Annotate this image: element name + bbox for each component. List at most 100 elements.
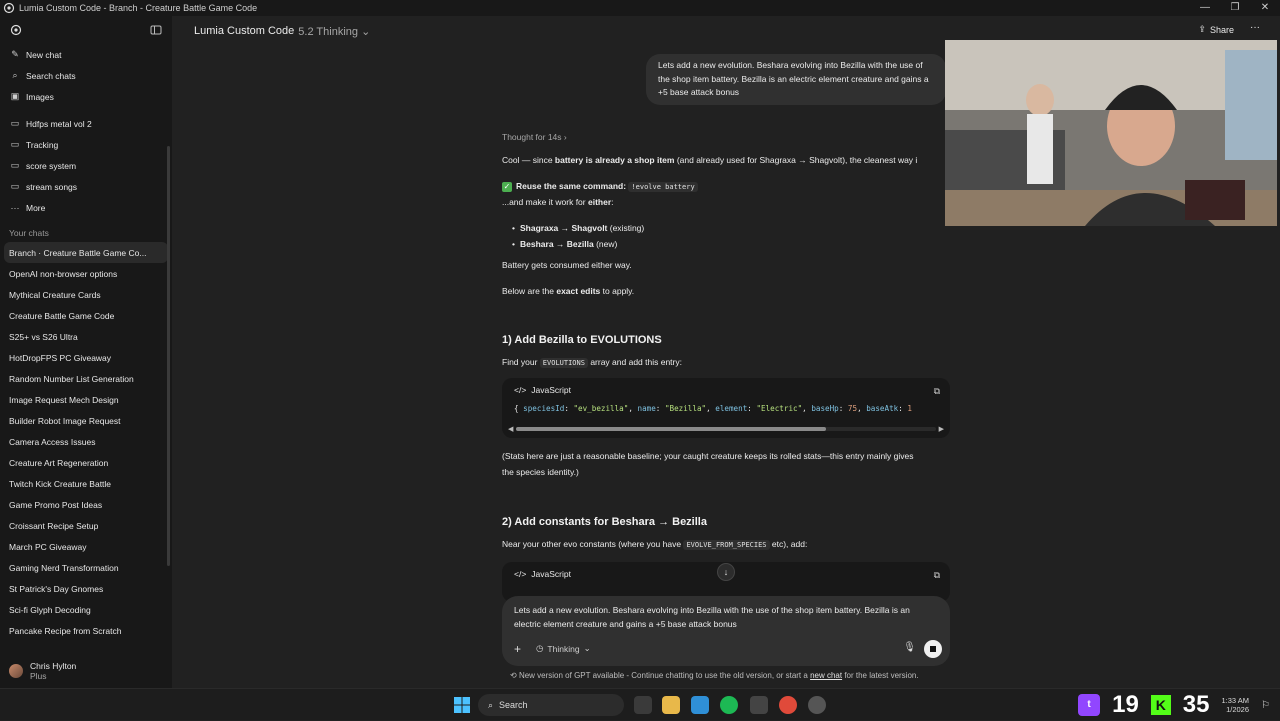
code-token: "ev_bezilla" bbox=[573, 404, 629, 413]
folder-icon: ▭ bbox=[10, 118, 20, 128]
sidebar-item-label: Tracking bbox=[26, 139, 59, 150]
copy-icon[interactable]: ⧉ bbox=[934, 385, 940, 398]
sidebar-scrollbar[interactable] bbox=[167, 146, 170, 566]
make-work-colon: : bbox=[611, 197, 614, 207]
code-token: baseAtk bbox=[866, 404, 899, 413]
notification-icon[interactable]: ⚐ bbox=[1261, 700, 1270, 711]
twitch-icon[interactable]: t bbox=[1078, 694, 1101, 716]
list-item: Beshara → Bezilla (new) bbox=[512, 238, 617, 251]
window-title: Lumia Custom Code - Branch - Creature Ba… bbox=[19, 3, 258, 13]
spotify-icon[interactable] bbox=[720, 696, 738, 714]
sidebar-chat-item[interactable]: Game Promo Post Ideas bbox=[0, 494, 172, 515]
code-language: JavaScript bbox=[531, 384, 571, 395]
webcam-image bbox=[945, 40, 1277, 226]
plus-icon[interactable]: + bbox=[514, 642, 521, 656]
user-plan: Plus bbox=[30, 671, 47, 681]
search-icon: ⌕ bbox=[12, 70, 18, 80]
message-composer[interactable]: Lets add a new evolution. Beshara evolvi… bbox=[502, 596, 950, 666]
sidebar-chat-item[interactable]: Image Request Mech Design bbox=[0, 389, 172, 410]
chrome-icon[interactable] bbox=[779, 696, 797, 714]
notice-text-end: for the latest version. bbox=[842, 671, 919, 680]
sidebar-chat-item[interactable]: Pancake Recipe from Scratch bbox=[0, 620, 172, 641]
copy-icon[interactable]: ⧉ bbox=[934, 569, 940, 582]
stop-button[interactable] bbox=[924, 640, 942, 658]
sidebar-chat-item[interactable]: Camera Access Issues bbox=[0, 431, 172, 452]
sidebar-project-tracking[interactable]: ▭ Tracking bbox=[0, 134, 172, 155]
scroll-down-button[interactable]: ↓ bbox=[717, 563, 735, 581]
make-work-text: ...and make it work for bbox=[502, 197, 588, 207]
stats-note-2: the species identity.) bbox=[502, 467, 579, 477]
share-button[interactable]: ⇪ Share bbox=[1198, 24, 1234, 35]
avatar bbox=[9, 664, 23, 678]
maximize-icon[interactable]: ❐ bbox=[1220, 0, 1250, 16]
sidebar-chat-item[interactable]: Branch · Creature Battle Game Co... bbox=[4, 242, 168, 263]
sidebar-chat-item[interactable]: Creature Art Regeneration bbox=[0, 452, 172, 473]
edit-icon: ✎ bbox=[11, 49, 19, 59]
clock-date: 1/2026 bbox=[1226, 705, 1250, 714]
kick-icon[interactable]: K bbox=[1150, 695, 1171, 715]
scroll-right-icon[interactable]: ▶ bbox=[939, 423, 944, 436]
sidebar-chat-item[interactable]: March PC Giveaway bbox=[0, 536, 172, 557]
sidebar-item-images[interactable]: ▣ Images bbox=[0, 86, 172, 107]
sidebar-chat-item[interactable]: Twitch Kick Creature Battle bbox=[0, 473, 172, 494]
sidebar-chat-item[interactable]: Mythical Creature Cards bbox=[0, 284, 172, 305]
list-item: Shagraxa → Shagvolt (existing) bbox=[512, 222, 644, 235]
hud-fx-icon[interactable] bbox=[750, 696, 768, 714]
sidebar-item-search-chats[interactable]: ⌕ Search chats bbox=[0, 65, 172, 86]
clock-time: 1:33 AM bbox=[1221, 696, 1250, 705]
step1-inline-code: EVOLUTIONS bbox=[539, 358, 588, 368]
sidebar-chat-item[interactable]: Gaming Nerd Transformation bbox=[0, 557, 172, 578]
sidebar-project-stream-songs[interactable]: ▭ stream songs bbox=[0, 176, 172, 197]
sidebar-project-hdfps[interactable]: ▭ Hdfps metal vol 2 bbox=[0, 113, 172, 134]
sidebar-chat-item[interactable]: S25+ vs S26 Ultra bbox=[0, 326, 172, 347]
sidebar-toggle-icon[interactable] bbox=[150, 24, 162, 36]
sidebar-item-more[interactable]: ··· More bbox=[0, 197, 172, 218]
below-text: Below are the bbox=[502, 286, 557, 296]
sidebar-chat-item[interactable]: St Patrick's Day Gnomes bbox=[0, 578, 172, 599]
task-view-icon[interactable] bbox=[634, 696, 652, 714]
intro-paragraph: Cool — since battery is already a shop i… bbox=[502, 154, 917, 167]
notepad-icon[interactable] bbox=[691, 696, 709, 714]
user-account[interactable]: Chris Hylton Plus bbox=[0, 654, 172, 688]
sidebar-item-label: Search chats bbox=[26, 70, 76, 81]
composer-input[interactable]: Lets add a new evolution. Beshara evolvi… bbox=[514, 604, 938, 631]
sidebar-chat-item[interactable]: Builder Robot Image Request bbox=[0, 410, 172, 431]
sidebar-chat-item[interactable]: OpenAI non-browser options bbox=[0, 263, 172, 284]
file-explorer-icon[interactable] bbox=[662, 696, 680, 714]
windows-start-icon[interactable] bbox=[454, 697, 470, 713]
sidebar-chat-item[interactable]: Croissant Recipe Setup bbox=[0, 515, 172, 536]
step2-text-a: Near your other evo constants (where you… bbox=[502, 539, 684, 549]
sidebar-item-label: New chat bbox=[26, 49, 62, 60]
sidebar-item-new-chat[interactable]: ✎ New chat bbox=[0, 44, 172, 65]
step2-heading: 2) Add constants for Beshara → Bezilla bbox=[502, 516, 707, 528]
code-token: speciesId bbox=[523, 404, 565, 413]
chatgpt-logo-icon[interactable] bbox=[10, 24, 22, 36]
code-token: name bbox=[637, 404, 656, 413]
thinking-mode-selector[interactable]: ◷ Thinking ⌄ bbox=[536, 643, 591, 654]
window-titlebar: Lumia Custom Code - Branch - Creature Ba… bbox=[0, 0, 1280, 16]
search-icon: ⌕ bbox=[488, 699, 494, 710]
user-message: Lets add a new evolution. Beshara evolvi… bbox=[646, 54, 946, 105]
more-options-icon[interactable]: ··· bbox=[1250, 22, 1260, 33]
chatgpt-app-icon[interactable] bbox=[808, 696, 826, 714]
code-scrollbar[interactable]: ◀ ▶ bbox=[508, 425, 944, 433]
new-chat-link[interactable]: new chat bbox=[810, 671, 842, 680]
thought-toggle[interactable]: Thought for 14s › bbox=[502, 131, 567, 144]
scroll-left-icon[interactable]: ◀ bbox=[508, 423, 513, 436]
reuse-command: !evolve battery bbox=[628, 182, 698, 192]
notice-text: New version of GPT available - Continue … bbox=[518, 671, 811, 680]
sidebar-chat-item[interactable]: Sci-fi Glyph Decoding bbox=[0, 599, 172, 620]
taskbar-search[interactable]: ⌕ Search bbox=[478, 694, 624, 716]
model-selector[interactable]: 5.2 Thinking ⌄ bbox=[298, 25, 370, 38]
sidebar-chat-item[interactable]: Creature Battle Game Code bbox=[0, 305, 172, 326]
sidebar-chat-item[interactable]: Random Number List Generation bbox=[0, 368, 172, 389]
clock[interactable]: 1:33 AM 1/2026 bbox=[1222, 696, 1250, 714]
microphone-icon[interactable]: 🎙 bbox=[903, 642, 916, 653]
sidebar-chat-item[interactable]: HotDropFPS PC Giveaway bbox=[0, 347, 172, 368]
minimize-icon[interactable]: — bbox=[1190, 0, 1220, 16]
more-dots-icon: ··· bbox=[10, 202, 20, 213]
close-icon[interactable]: ✕ bbox=[1250, 0, 1280, 16]
code-language: JavaScript bbox=[531, 568, 571, 579]
project-title: Lumia Custom Code bbox=[194, 25, 295, 37]
sidebar-project-score-system[interactable]: ▭ score system bbox=[0, 155, 172, 176]
